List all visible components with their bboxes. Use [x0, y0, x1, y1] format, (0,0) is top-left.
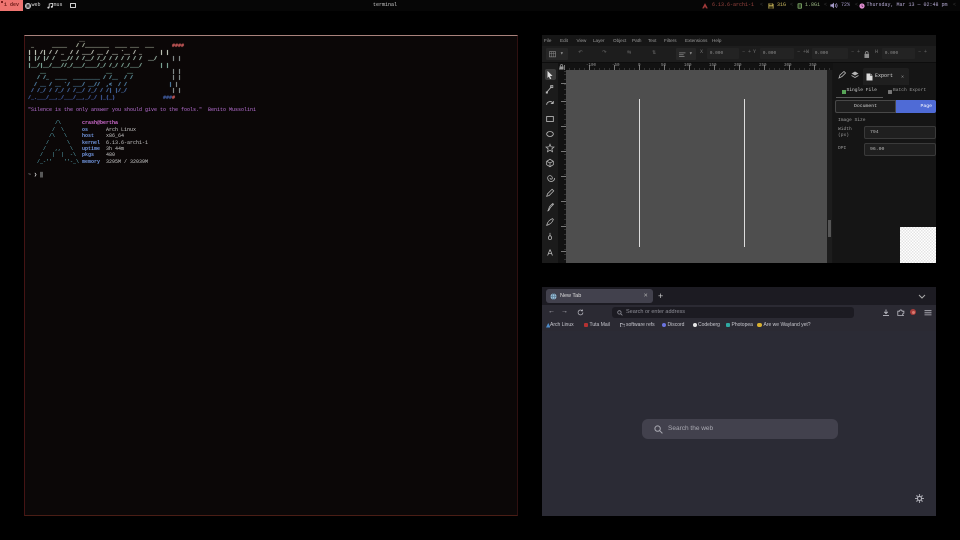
svg-text:A: A — [547, 247, 553, 257]
